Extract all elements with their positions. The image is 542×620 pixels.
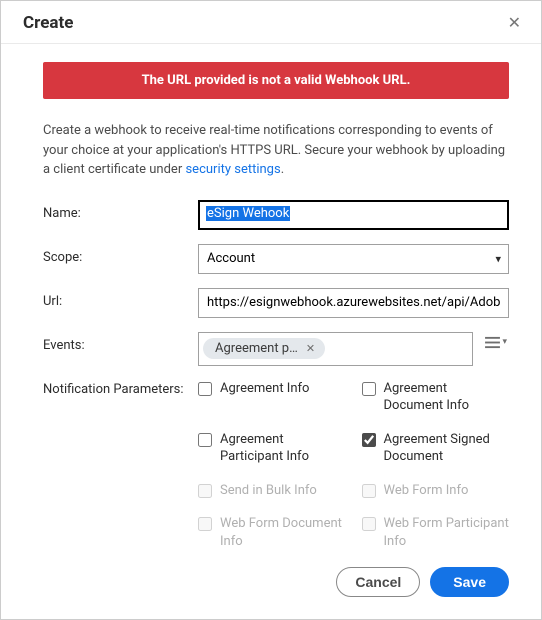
url-input[interactable] xyxy=(198,288,509,318)
param-item: Send in Bulk Info xyxy=(198,482,346,500)
chevron-down-icon: ▾ xyxy=(502,337,507,347)
param-checkbox[interactable] xyxy=(362,382,376,396)
param-label: Web Form Document Info xyxy=(220,515,346,550)
param-label: Agreement Signed Document xyxy=(384,431,510,466)
list-icon xyxy=(485,336,500,349)
row-events: Events: Agreement p… ✕ xyxy=(43,332,509,366)
dialog-footer: Cancel Save xyxy=(1,557,541,619)
param-item[interactable]: Agreement Participant Info xyxy=(198,431,346,466)
remove-tag-icon[interactable]: ✕ xyxy=(304,342,317,355)
row-url: Url: xyxy=(43,288,509,318)
event-tag-label: Agreement p… xyxy=(215,341,298,356)
events-tag-wrap: Agreement p… ✕ xyxy=(198,332,473,366)
cancel-button[interactable]: Cancel xyxy=(336,567,420,597)
scope-select[interactable]: Account xyxy=(198,244,509,274)
param-item: Web Form Info xyxy=(362,482,510,500)
param-item[interactable]: Agreement Signed Document xyxy=(362,431,510,466)
create-webhook-dialog: Create ✕ The URL provided is not a valid… xyxy=(0,0,542,620)
param-label: Web Form Info xyxy=(384,482,469,500)
field-url xyxy=(198,288,509,318)
label-params: Notification Parameters: xyxy=(43,380,198,397)
intro-text: Create a webhook to receive real-time no… xyxy=(43,121,509,180)
param-item[interactable]: Agreement Document Info xyxy=(362,380,510,415)
row-name: Name: eSign Wehook xyxy=(43,200,509,230)
row-params: Notification Parameters: Agreement InfoA… xyxy=(43,380,509,551)
row-scope: Scope: Account ▾ xyxy=(43,244,509,274)
dialog-title: Create xyxy=(23,13,73,33)
param-checkbox xyxy=(198,517,212,531)
param-item: Web Form Document Info xyxy=(198,515,346,550)
events-list-toggle[interactable]: ▾ xyxy=(483,332,509,353)
name-input[interactable] xyxy=(198,200,509,230)
param-label: Agreement Info xyxy=(220,380,309,398)
param-checkbox xyxy=(362,517,376,531)
param-label: Agreement Participant Info xyxy=(220,431,346,466)
label-name: Name: xyxy=(43,200,198,221)
close-button[interactable]: ✕ xyxy=(504,11,525,35)
label-events: Events: xyxy=(43,332,198,353)
param-checkbox xyxy=(198,484,212,498)
field-scope: Account ▾ xyxy=(198,244,509,274)
param-checkbox[interactable] xyxy=(362,433,376,447)
label-scope: Scope: xyxy=(43,244,198,265)
dialog-header: Create ✕ xyxy=(1,1,541,44)
field-events: Agreement p… ✕ ▾ xyxy=(198,332,509,366)
intro-part2: . xyxy=(281,162,284,177)
param-label: Web Form Participant Info xyxy=(384,515,510,550)
save-button[interactable]: Save xyxy=(430,567,509,597)
field-params: Agreement Info Agreement Document Info Agr… xyxy=(198,380,509,551)
params-grid: Agreement Info Agreement Document Info Agr… xyxy=(198,380,509,551)
event-tag: Agreement p… ✕ xyxy=(203,338,325,359)
dialog-body: The URL provided is not a valid Webhook … xyxy=(1,44,541,557)
param-checkbox xyxy=(362,484,376,498)
param-item: Web Form Participant Info xyxy=(362,515,510,550)
param-checkbox[interactable] xyxy=(198,382,212,396)
events-input[interactable]: Agreement p… ✕ xyxy=(198,332,473,366)
field-name: eSign Wehook xyxy=(198,200,509,230)
param-label: Agreement Document Info xyxy=(384,380,510,415)
param-checkbox[interactable] xyxy=(198,433,212,447)
security-settings-link[interactable]: security settings xyxy=(185,162,280,177)
param-label: Send in Bulk Info xyxy=(220,482,317,500)
param-item[interactable]: Agreement Info xyxy=(198,380,346,415)
label-url: Url: xyxy=(43,288,198,309)
error-banner: The URL provided is not a valid Webhook … xyxy=(43,62,509,99)
